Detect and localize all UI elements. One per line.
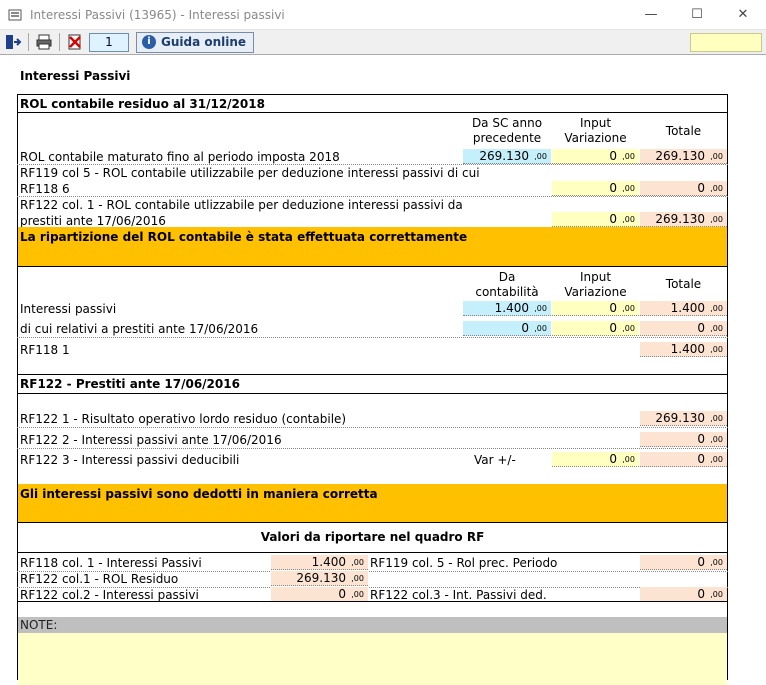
- page-title: Interessi Passivi: [20, 69, 131, 83]
- printer-icon[interactable]: [34, 33, 54, 51]
- ip-ante-row-label: di cui relativi a prestiti ante 17/06/20…: [20, 322, 259, 336]
- divider: [17, 601, 728, 602]
- rf119-row-label: RF119 col 5 - ROL contabile utilizzabile…: [20, 166, 480, 180]
- col-header-input: Input Variazione: [564, 116, 627, 145]
- rol-status-banner: La ripartizione del ROL contabile è stat…: [18, 227, 727, 266]
- rf118-row-label: RF118 1: [20, 343, 70, 357]
- quadro-rf118-label: RF118 col. 1 - Interessi Passivi: [20, 556, 202, 570]
- rf118-total-value: 1.400,00: [640, 342, 727, 357]
- minimize-button[interactable]: —: [636, 4, 666, 26]
- divider: [17, 393, 728, 394]
- col-header-input: Input Variazione: [564, 270, 627, 299]
- divider: [17, 112, 728, 113]
- divider: [17, 266, 728, 267]
- notes-label: NOTE:: [18, 617, 727, 633]
- ip-total-value: 1.400,00: [640, 301, 727, 316]
- rol-total-value: 269.130,00: [640, 149, 727, 164]
- rf119-row-label-2: RF118 6: [20, 182, 70, 196]
- divider: [17, 337, 728, 338]
- deduction-status-banner: Gli interessi passivi sono dedotti in ma…: [18, 484, 727, 522]
- divider: [17, 427, 728, 428]
- divider: [17, 164, 728, 165]
- quadro-title: Valori da riportare nel quadro RF: [260, 530, 485, 544]
- col-header-totale: Totale: [665, 277, 702, 291]
- quadro-rf119-value: 0,00: [640, 555, 727, 570]
- rol-sc-value[interactable]: 269.130,00: [463, 149, 551, 164]
- quadro-rf122-2-value: 0,00: [271, 587, 368, 602]
- rf122-3-label: RF122 3 - Interessi passivi deducibili: [20, 453, 240, 467]
- ip-ante-contabilita-value[interactable]: 0,00: [463, 321, 551, 336]
- info-icon: i: [142, 35, 156, 49]
- rf119-input-value[interactable]: 0,00: [552, 181, 639, 196]
- rol-section-title: ROL contabile residuo al 31/12/2018: [20, 97, 265, 111]
- rf122-3-total-value: 0,00: [640, 452, 727, 467]
- divider: [17, 552, 728, 553]
- var-label: Var +/-: [474, 453, 516, 467]
- divider: [17, 374, 728, 375]
- rf122-section-title: RF122 - Prestiti ante 17/06/2016: [20, 377, 240, 391]
- notes-textarea[interactable]: [18, 633, 727, 685]
- divider: [17, 448, 728, 449]
- rol-input-value[interactable]: 0,00: [552, 149, 639, 164]
- rf122-2-label: RF122 2 - Interessi passivi ante 17/06/2…: [20, 433, 282, 447]
- exit-icon[interactable]: [3, 33, 23, 51]
- close-button[interactable]: ✕: [728, 4, 758, 26]
- ip-ante-input-value[interactable]: 0,00: [552, 321, 639, 336]
- toolbar-separator: [59, 33, 60, 51]
- col-header-sc: Da SC anno precedente: [471, 116, 543, 145]
- status-field: [690, 33, 762, 52]
- toolbar-separator: [28, 33, 29, 51]
- rf122-1-total-value: 269.130,00: [640, 411, 727, 426]
- rf122-input-value[interactable]: 0,00: [552, 212, 639, 227]
- rf122-1-label: RF122 1 - Risultato operativo lordo resi…: [20, 412, 347, 426]
- rol-row-label: ROL contabile maturato fino al periodo i…: [20, 150, 340, 164]
- page-number-field[interactable]: 1: [89, 33, 129, 52]
- col-header-contabilita: Da contabilità: [475, 270, 539, 299]
- rf122-3-input-value[interactable]: 0,00: [552, 452, 639, 467]
- rf122-2-total-value: 0,00: [640, 432, 727, 447]
- rf119-total-value: 0,00: [640, 181, 727, 196]
- ip-contabilita-value[interactable]: 1.400,00: [463, 301, 551, 316]
- rf122-total-value: 269.130,00: [640, 212, 727, 227]
- maximize-button[interactable]: ☐: [682, 4, 712, 26]
- delete-icon[interactable]: [65, 33, 85, 51]
- rf122-row-label: RF122 col. 1 - ROL contabile utlizzabile…: [20, 198, 463, 212]
- ip-ante-total-value: 0,00: [640, 321, 727, 336]
- quadro-rf118-value: 1.400,00: [271, 555, 368, 570]
- quadro-rf119-label: RF119 col. 5 - Rol prec. Periodo: [370, 556, 558, 570]
- divider: [17, 196, 728, 197]
- window-title: Interessi Passivi (13965) - Interessi pa…: [30, 8, 285, 22]
- quadro-rf122-3-value: 0,00: [640, 587, 727, 602]
- app-icon: [8, 9, 22, 21]
- quadro-rf122-1-value: 269.130,00: [271, 571, 368, 586]
- quadro-rf122-1-label: RF122 col.1 - ROL Residuo: [20, 572, 179, 586]
- col-header-totale: Totale: [665, 124, 702, 138]
- divider: [17, 522, 728, 523]
- ip-input-value[interactable]: 0,00: [552, 301, 639, 316]
- ip-row-label: Interessi passivi: [20, 302, 117, 316]
